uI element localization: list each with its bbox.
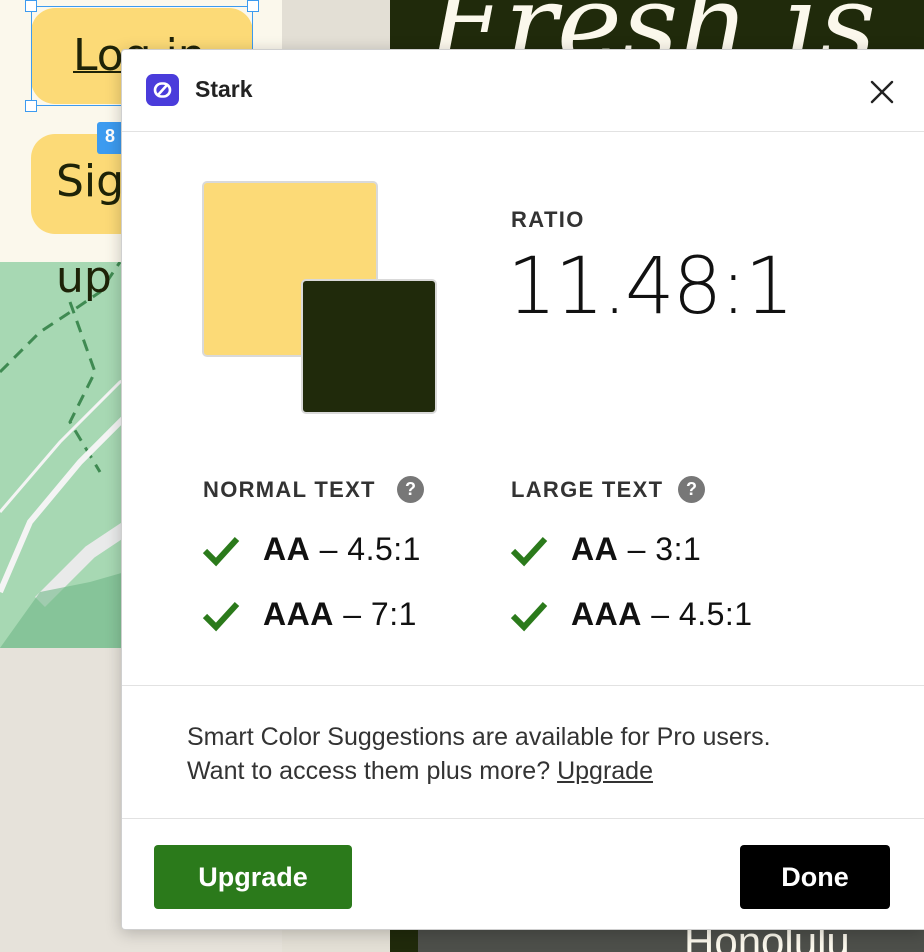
dialog-header: Stark bbox=[122, 50, 924, 132]
stark-dialog: Stark RATIO 11.48:1 NORMAL TEXT ? AA – 4… bbox=[121, 49, 924, 930]
dialog-title: Stark bbox=[195, 76, 253, 102]
normal-aaa-level: AAA – 7:1 bbox=[263, 596, 417, 633]
background-color-swatch[interactable] bbox=[301, 279, 437, 414]
promo-line-1: Smart Color Suggestions are available fo… bbox=[187, 723, 771, 751]
level-requirement: – 3:1 bbox=[627, 531, 702, 567]
selection-handle-top-left[interactable] bbox=[25, 0, 37, 12]
divider bbox=[122, 685, 924, 686]
level-name: AAA bbox=[571, 596, 642, 632]
selection-handle-top-right[interactable] bbox=[247, 0, 259, 12]
promo-line-2: Want to access them plus more? Upgrade bbox=[187, 754, 771, 788]
check-icon bbox=[202, 536, 240, 567]
ratio-label: RATIO bbox=[511, 207, 585, 232]
upgrade-link[interactable]: Upgrade bbox=[557, 757, 653, 785]
large-aaa-level: AAA – 4.5:1 bbox=[571, 596, 753, 633]
level-requirement: – 4.5:1 bbox=[651, 596, 753, 632]
level-name: AAA bbox=[263, 596, 334, 632]
normal-text-help-icon[interactable]: ? bbox=[397, 476, 424, 503]
level-name: AA bbox=[263, 531, 311, 567]
level-requirement: – 7:1 bbox=[343, 596, 417, 632]
large-text-help-icon[interactable]: ? bbox=[678, 476, 705, 503]
normal-aa-level: AA – 4.5:1 bbox=[263, 531, 421, 568]
check-icon bbox=[202, 601, 240, 632]
promo-question: Want to access them plus more? bbox=[187, 757, 551, 785]
level-name: AA bbox=[571, 531, 619, 567]
upgrade-button[interactable]: Upgrade bbox=[154, 845, 352, 909]
contrast-ratio-value: 11.48:1 bbox=[507, 242, 794, 332]
check-icon bbox=[510, 601, 548, 632]
close-icon bbox=[870, 80, 894, 104]
pro-suggestions-message: Smart Color Suggestions are available fo… bbox=[187, 720, 771, 788]
check-icon bbox=[510, 536, 548, 567]
level-requirement: – 4.5:1 bbox=[319, 531, 421, 567]
normal-text-label: NORMAL TEXT bbox=[203, 477, 376, 502]
large-text-label: LARGE TEXT bbox=[511, 477, 664, 502]
divider bbox=[122, 818, 924, 819]
close-button[interactable] bbox=[863, 73, 901, 111]
large-aa-level: AA – 3:1 bbox=[571, 531, 701, 568]
done-button[interactable]: Done bbox=[740, 845, 890, 909]
stark-logo-icon bbox=[146, 74, 179, 106]
selection-handle-bottom-left[interactable] bbox=[25, 100, 37, 112]
selection-size-badge: 8 bbox=[97, 122, 123, 154]
